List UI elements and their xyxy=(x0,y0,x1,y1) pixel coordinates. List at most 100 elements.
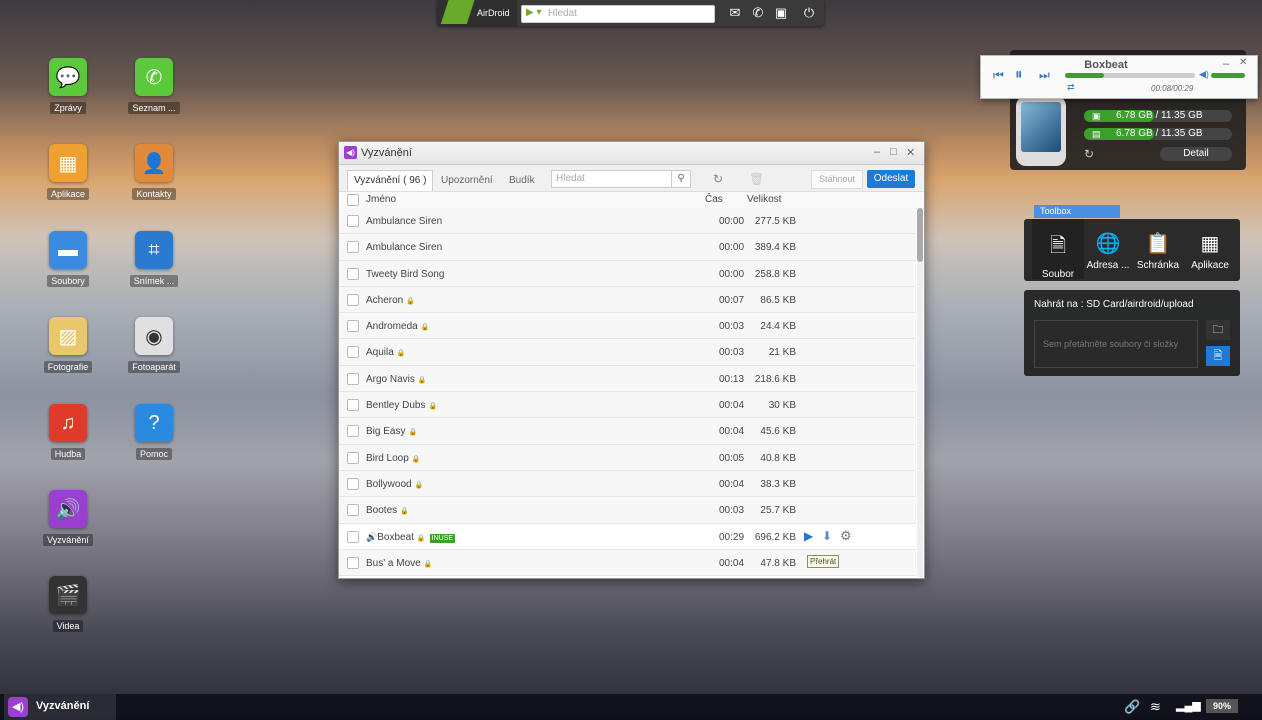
phone-icon: ✆ xyxy=(135,58,173,96)
table-row[interactable]: Aquila 🔒 00:03 21 KB xyxy=(339,339,916,366)
toolbox-tag: Toolbox xyxy=(1034,205,1120,218)
app-grid-icon: ▦ xyxy=(1200,233,1220,255)
repeat-icon[interactable]: ⇄ xyxy=(1067,82,1075,93)
ringtone-name: Acheron xyxy=(366,294,404,306)
detail-button[interactable]: Detail xyxy=(1160,147,1232,161)
download-icon[interactable]: ⬇ xyxy=(822,529,832,543)
ringtone-search-input[interactable]: Hledat ⚲ xyxy=(551,170,691,188)
maximize-icon[interactable]: □ xyxy=(890,146,897,158)
ringtone-size: 389.4 KB xyxy=(754,242,796,254)
desktop-icon-files[interactable]: ▬ Soubory xyxy=(33,231,103,287)
taskbar-item-ringtones[interactable]: ◀) Vyzvánění xyxy=(4,694,116,720)
play-icon[interactable]: ▶ xyxy=(804,529,813,543)
ringtone-name: Aquila xyxy=(366,347,394,359)
row-checkbox[interactable] xyxy=(347,267,359,280)
column-name[interactable]: Jméno xyxy=(366,194,396,205)
row-checkbox[interactable] xyxy=(347,556,359,569)
row-checkbox[interactable] xyxy=(347,320,359,333)
desktop-icon-help[interactable]: ? Pomoc xyxy=(119,404,189,460)
column-time[interactable]: Čas xyxy=(705,194,723,205)
toolbox-label: Soubor xyxy=(1041,269,1075,280)
toolbox-apps[interactable]: ▦ Aplikace xyxy=(1184,219,1236,279)
power-icon[interactable]: ⏻ xyxy=(801,5,817,21)
minimize-icon[interactable]: – xyxy=(874,146,880,158)
lock-icon: 🔒 xyxy=(417,376,427,384)
row-checkbox[interactable] xyxy=(347,372,359,385)
refresh-icon[interactable]: ↻ xyxy=(1084,147,1094,161)
column-size[interactable]: Velikost xyxy=(747,194,781,205)
table-row[interactable]: Ambulance Siren 00:00 389.4 KB xyxy=(339,234,916,261)
desktop-icon-apps[interactable]: ▦ Aplikace xyxy=(33,144,103,200)
desktop-icon-ringtones[interactable]: 🔊 Vyzvánění xyxy=(33,490,103,546)
desktop-icon-videos[interactable]: 🎬 Videa xyxy=(33,576,103,632)
row-checkbox[interactable] xyxy=(347,346,359,359)
phone-icon[interactable]: ✆ xyxy=(750,5,766,21)
row-checkbox[interactable] xyxy=(347,425,359,438)
table-row[interactable]: Bootes 🔒 00:03 25.7 KB xyxy=(339,497,916,524)
scrollbar-thumb[interactable] xyxy=(917,208,923,262)
refresh-icon[interactable]: ↻ xyxy=(713,172,723,186)
window-titlebar[interactable]: ◀) Vyzvánění – □ ✕ xyxy=(339,142,924,165)
table-row[interactable]: Big Easy 🔒 00:04 45.6 KB xyxy=(339,418,916,445)
scrollbar[interactable] xyxy=(917,208,923,577)
download-button[interactable]: Stáhnout xyxy=(811,170,863,189)
trash-icon[interactable]: 🗑 xyxy=(749,172,764,186)
drop-zone[interactable]: Sem přetáhněte soubory či složky xyxy=(1034,320,1198,368)
desktop-icon-label: Hudba xyxy=(50,448,86,460)
upload-file-icon[interactable]: 🗎 xyxy=(1206,346,1230,366)
row-checkbox[interactable] xyxy=(347,215,359,227)
desktop-icon-camera[interactable]: ◉ Fotoaparát xyxy=(119,317,189,373)
toolbox-clipboard[interactable]: 📋 Schránka xyxy=(1132,219,1184,279)
search-placeholder: Hledat xyxy=(548,8,577,19)
desktop-icon-contacts[interactable]: 👤 Kontakty xyxy=(119,144,189,200)
upload-folder-icon[interactable]: 🗀 xyxy=(1206,320,1230,340)
table-row[interactable]: Acheron 🔒 00:07 86.5 KB xyxy=(339,286,916,314)
contact-book-icon: 👤 xyxy=(135,144,173,182)
table-row[interactable]: 🔊Boxbeat 🔒 INUSE 00:29 696.2 KB ▶ ⬇ ⚙ xyxy=(339,523,916,550)
table-row[interactable]: Bollywood 🔒 00:04 38.3 KB xyxy=(339,470,916,498)
table-row[interactable]: Bird Loop 🔒 00:05 40.8 KB xyxy=(339,444,916,471)
box-icon: ▦ xyxy=(49,144,87,182)
screen-icon[interactable]: ▣ xyxy=(773,5,789,21)
play-store-icon: ▶ ▾ xyxy=(526,7,542,18)
desktop-icon-screenshot[interactable]: ⌗ Snímek ... xyxy=(119,231,189,287)
table-row[interactable]: Ambulance Siren 00:00 277.5 KB xyxy=(339,208,916,235)
table-row[interactable]: Andromeda 🔒 00:03 24.4 KB xyxy=(339,313,916,340)
tab-alarm[interactable]: Budík xyxy=(503,171,541,191)
tab-notifications[interactable]: Upozornění xyxy=(435,171,499,191)
table-row[interactable]: Bus' a Move 🔒 00:04 47.8 KB Přehrát xyxy=(339,549,916,577)
search-icon[interactable]: ⚲ xyxy=(671,171,690,187)
close-icon[interactable]: ✕ xyxy=(1239,57,1247,68)
volume-icon[interactable]: ◀) xyxy=(1199,69,1209,80)
progress-bar[interactable] xyxy=(1065,73,1195,78)
desktop-icon-music[interactable]: ♫ Hudba xyxy=(33,404,103,460)
table-row[interactable]: Tweety Bird Song 00:00 258.8 KB xyxy=(339,260,916,287)
chat-bubble-icon: 💬 xyxy=(49,58,87,96)
storage-text: 6.78 GB / 11.35 GB xyxy=(1116,128,1203,139)
gear-icon[interactable]: ⚙ xyxy=(840,528,852,544)
table-row[interactable]: Bentley Dubs 🔒 00:04 30 KB xyxy=(339,392,916,419)
tab-ringtones[interactable]: Vyzvánění ( 96 ) xyxy=(347,170,434,191)
toolbox-file[interactable]: 🗎 Soubor xyxy=(1032,219,1084,280)
desktop-icon-messages[interactable]: 💬 Zprávy xyxy=(33,58,103,114)
desktop-icon-label: Fotoaparát xyxy=(128,361,180,373)
toolbox-url[interactable]: 🌐 Adresa ... xyxy=(1082,219,1134,279)
desktop-icon-call-log[interactable]: ✆ Seznam ... xyxy=(119,58,189,114)
row-checkbox[interactable] xyxy=(347,451,359,464)
table-row[interactable]: Argo Navis 🔒 00:13 218.6 KB xyxy=(339,365,916,393)
row-checkbox[interactable] xyxy=(347,504,359,517)
select-all-checkbox[interactable] xyxy=(347,194,359,206)
minimize-icon[interactable]: – xyxy=(1223,58,1229,70)
desktop-icon-photos[interactable]: ▨ Fotografie xyxy=(33,317,103,373)
app-search-input[interactable]: ▶ ▾ Hledat xyxy=(521,5,715,23)
mail-icon[interactable]: ✉ xyxy=(727,5,743,21)
row-checkbox[interactable] xyxy=(347,477,359,490)
desktop-icon-label: Aplikace xyxy=(46,188,90,200)
send-button[interactable]: Odeslat xyxy=(867,170,915,188)
row-checkbox[interactable] xyxy=(347,399,359,412)
volume-slider[interactable] xyxy=(1211,73,1245,78)
close-icon[interactable]: ✕ xyxy=(906,146,915,159)
row-checkbox[interactable] xyxy=(347,530,359,543)
row-checkbox[interactable] xyxy=(347,241,359,254)
row-checkbox[interactable] xyxy=(347,293,359,306)
